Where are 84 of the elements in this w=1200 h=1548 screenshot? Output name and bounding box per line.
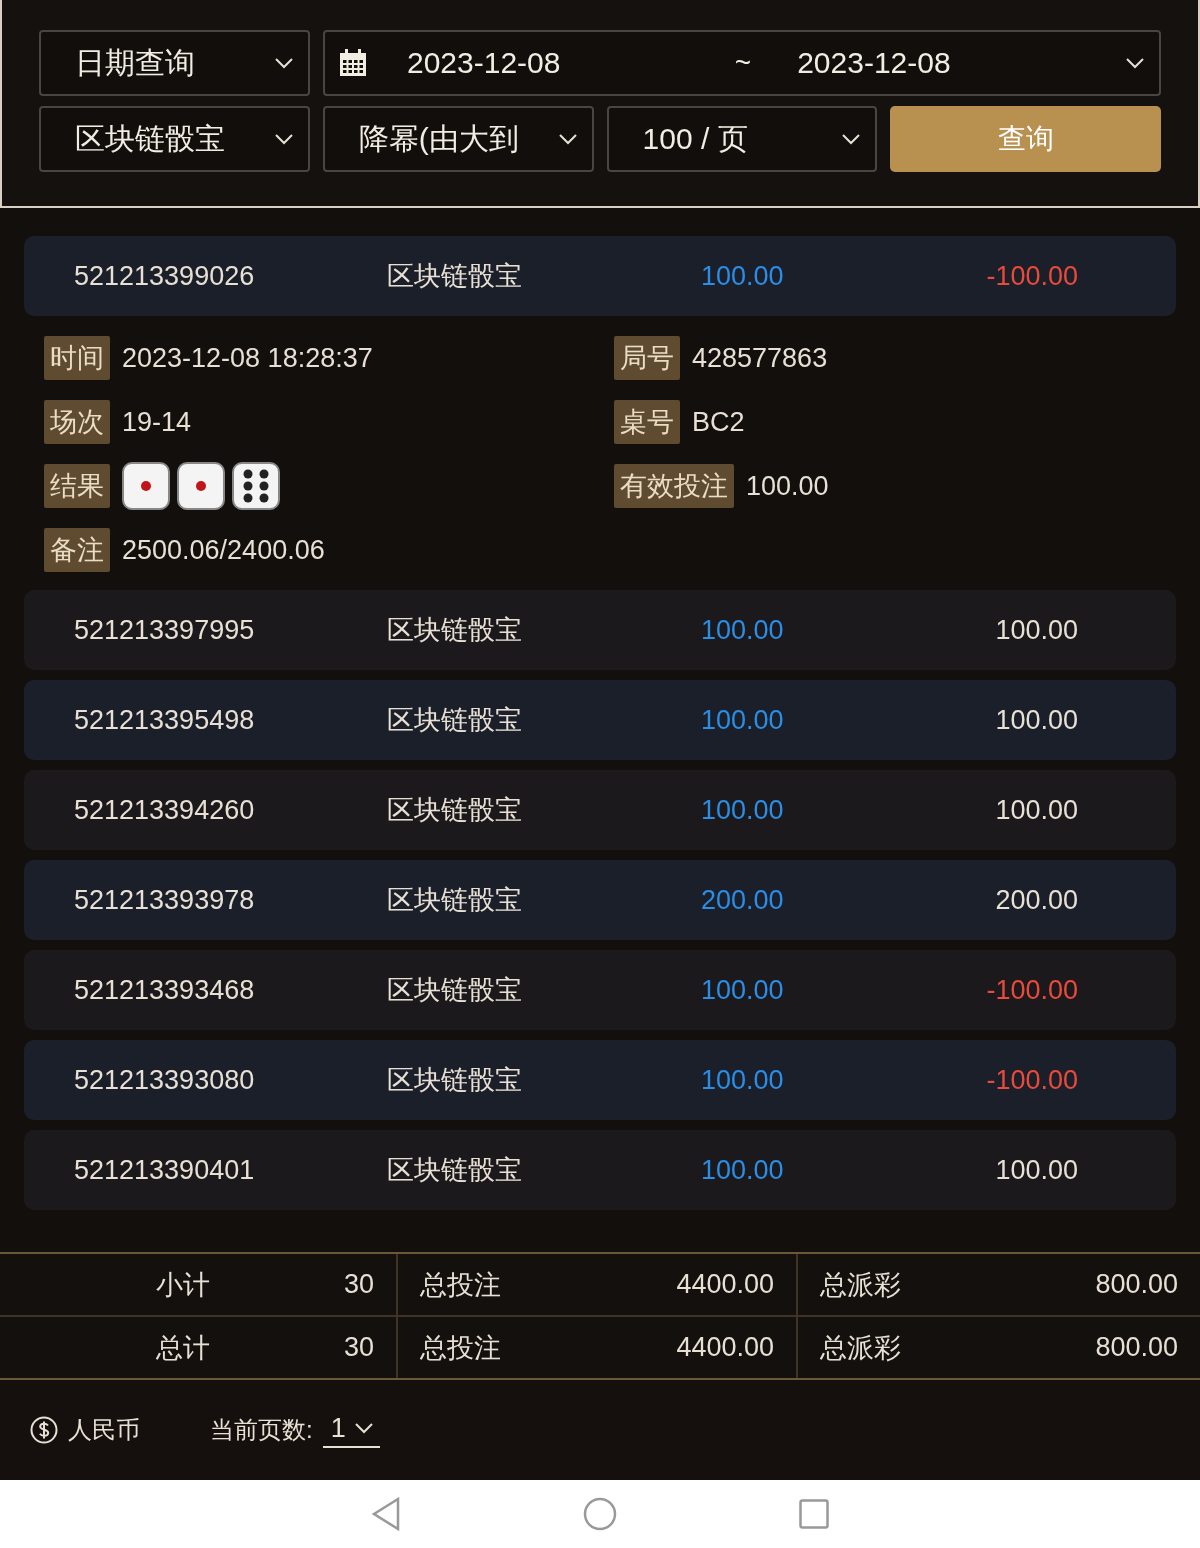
- game-name: 区块链骰宝: [387, 260, 523, 293]
- query-type-select[interactable]: 日期查询: [39, 30, 310, 96]
- summary-count: 30: [343, 1332, 374, 1363]
- game-name: 区块链骰宝: [387, 794, 523, 827]
- home-icon[interactable]: [583, 1497, 617, 1531]
- order-id: 521213393080: [74, 1064, 256, 1096]
- field-value: BC2: [692, 406, 745, 438]
- payout-amount: -100.00: [986, 260, 1078, 292]
- field-value: 2500.06/2400.06: [122, 534, 325, 566]
- game-name: 区块链骰宝: [387, 704, 523, 737]
- caret-icon: [274, 57, 294, 69]
- total-bet-label: 总投注: [420, 1331, 501, 1365]
- field-label: 局号: [614, 336, 680, 380]
- payout-amount: -100.00: [986, 974, 1078, 1006]
- total-payout-label: 总派彩: [820, 1331, 901, 1365]
- total-bet-value: 4400.00: [676, 1269, 774, 1300]
- total-payout-label: 总派彩: [820, 1268, 901, 1302]
- field-value: 100.00: [746, 470, 829, 502]
- total-bet-value: 4400.00: [676, 1332, 774, 1363]
- page-select[interactable]: 1: [322, 1412, 380, 1448]
- order-id: 521213397995: [74, 614, 256, 646]
- field-label: 结果: [44, 464, 110, 508]
- page-label: 当前页数:: [210, 1415, 313, 1445]
- bet-record-row[interactable]: 521213390401 区块链骰宝 100.00 100.00: [24, 1130, 1176, 1210]
- payout-amount: 100.00: [995, 794, 1078, 826]
- field-value: 428577863: [692, 342, 828, 374]
- order-id: 521213393468: [74, 974, 256, 1006]
- bet-amount: 100.00: [701, 794, 785, 826]
- game-name: 区块链骰宝: [387, 1064, 523, 1097]
- bet-amount: 200.00: [701, 884, 785, 916]
- page-size-select[interactable]: 100 / 页: [606, 106, 878, 172]
- field-label: 场次: [44, 400, 110, 444]
- game-name: 区块链骰宝: [387, 614, 523, 647]
- bet-record-row[interactable]: 521213397995 区块链骰宝 100.00 100.00: [24, 590, 1176, 670]
- bet-record-row[interactable]: 521213393468 区块链骰宝 100.00 -100.00: [24, 950, 1176, 1030]
- order-id: 521213394260: [74, 794, 256, 826]
- payout-amount: -100.00: [986, 1064, 1078, 1096]
- summary-label: 小计: [156, 1268, 210, 1302]
- order-id: 521213399026: [74, 260, 256, 292]
- game-name: 区块链骰宝: [387, 884, 523, 917]
- back-icon[interactable]: [371, 1497, 401, 1531]
- caret-icon: [557, 133, 578, 145]
- bet-amount: 100.00: [701, 1064, 785, 1096]
- order-id: 521213395498: [74, 704, 256, 736]
- total-payout-value: 800.00: [1095, 1332, 1178, 1363]
- field-value: 2023-12-08 18:28:37: [122, 342, 373, 374]
- bet-record-row[interactable]: 521213393978 区块链骰宝 200.00 200.00: [24, 860, 1176, 940]
- sort-select[interactable]: 降幂(由大到: [322, 106, 594, 172]
- total-payout-value: 800.00: [1095, 1269, 1178, 1300]
- field-label: 备注: [44, 528, 110, 572]
- summary-label: 总计: [156, 1331, 210, 1365]
- game-name: 区块链骰宝: [387, 974, 523, 1007]
- summary-count: 30: [343, 1269, 374, 1300]
- total-bet-label: 总投注: [420, 1268, 501, 1302]
- recents-icon[interactable]: [799, 1499, 829, 1529]
- field-label: 桌号: [614, 400, 680, 444]
- game-select[interactable]: 区块链骰宝: [39, 106, 310, 172]
- currency-label: 人民币: [68, 1415, 140, 1445]
- coin-icon: [30, 1416, 58, 1444]
- caret-icon: [841, 133, 862, 145]
- bet-record-row[interactable]: 521213395498 区块链骰宝 100.00 100.00: [24, 680, 1176, 760]
- game-name: 区块链骰宝: [387, 1154, 523, 1187]
- bet-amount: 100.00: [701, 260, 785, 292]
- payout-amount: 100.00: [995, 704, 1078, 736]
- bet-record-row[interactable]: 521213393080 区块链骰宝 100.00 -100.00: [24, 1040, 1176, 1120]
- caret-icon: [353, 1422, 374, 1434]
- bet-record-row[interactable]: 521213394260 区块链骰宝 100.00 100.00: [24, 770, 1176, 850]
- bet-record-row[interactable]: 521213399026 区块链骰宝 100.00 -100.00: [24, 236, 1176, 316]
- payout-amount: 100.00: [995, 1154, 1078, 1186]
- caret-icon: [273, 133, 294, 145]
- bet-amount: 100.00: [701, 704, 785, 736]
- bet-amount: 100.00: [701, 1154, 785, 1186]
- calendar-icon: [339, 49, 367, 77]
- payout-amount: 100.00: [995, 614, 1078, 646]
- field-label: 有效投注: [614, 464, 734, 508]
- order-id: 521213393978: [74, 884, 256, 916]
- order-id: 521213390401: [74, 1154, 256, 1186]
- date-range-field[interactable]: 2023-12-08 ~ 2023-12-08: [323, 30, 1161, 96]
- bet-amount: 100.00: [701, 614, 785, 646]
- field-value: 19-14: [122, 406, 192, 438]
- payout-amount: 200.00: [995, 884, 1078, 916]
- bet-amount: 100.00: [701, 974, 785, 1006]
- caret-icon: [1125, 57, 1145, 69]
- field-label: 时间: [44, 336, 110, 380]
